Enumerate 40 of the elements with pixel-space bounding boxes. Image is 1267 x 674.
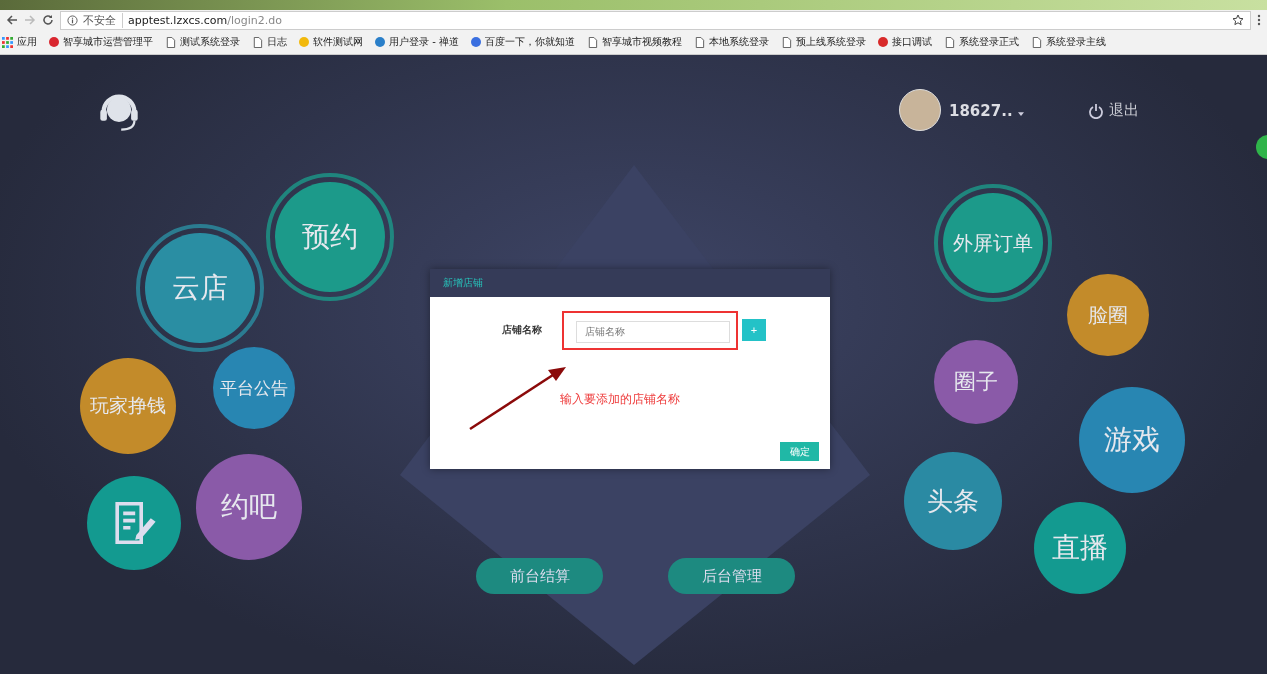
bookmark-link[interactable]: 接口调试 [877, 35, 932, 49]
bookmark-link[interactable]: 应用 [2, 35, 37, 49]
bookmark-link[interactable]: 智享城市运营管理平 [49, 35, 153, 49]
page-icon [1030, 36, 1042, 48]
address-bar[interactable]: 不安全 apptest.lzxcs.com/login2.do [60, 10, 1251, 30]
bookmark-link[interactable]: 系统登录正式 [943, 35, 1019, 49]
bookmark-link[interactable]: 系统登录主线 [1030, 35, 1106, 49]
page-icon [943, 36, 955, 48]
shop-name-input[interactable]: 店铺名称 [576, 320, 730, 343]
page-icon [165, 36, 176, 48]
bookmark-link[interactable]: 用户登录 - 禅道 [375, 35, 459, 49]
page-icon [586, 36, 598, 48]
dialog-title: 新增店铺 [443, 276, 483, 290]
back-arrow-icon[interactable] [6, 14, 18, 26]
info-icon[interactable] [67, 14, 78, 26]
bookmark-link[interactable]: 软件测试网 [299, 35, 363, 49]
apps-grid-icon [2, 36, 13, 48]
caret-icon [1017, 112, 1024, 116]
power-icon [1088, 102, 1104, 119]
bookmark-link[interactable]: 本地系统登录 [693, 35, 769, 49]
logout-link[interactable]: 退出 [1088, 101, 1139, 120]
bookmark-link[interactable]: 百度一下，你就知道 [470, 35, 575, 49]
page-icon [780, 36, 792, 48]
user-menu[interactable]: 18627.. [949, 102, 1024, 120]
menu-icon[interactable] [1257, 14, 1261, 26]
url-text: apptest.lzxcs.com/login2.do [128, 13, 283, 27]
bookmark-link[interactable]: 日志 [252, 35, 287, 49]
menu-bubble[interactable]: 约吧 [196, 454, 302, 560]
avatar-photo-placeholder[interactable] [899, 89, 941, 131]
menu-bubble[interactable]: 圈子 [934, 340, 1018, 424]
page-icon [252, 36, 263, 48]
annotation-text: 输入要添加的店铺名称 [560, 391, 680, 408]
page-icon [693, 36, 705, 48]
reload-icon[interactable] [42, 14, 54, 26]
star-icon[interactable] [1232, 14, 1244, 26]
security-label: 不安全 [83, 12, 123, 28]
field-label: 店铺名称 [502, 323, 543, 337]
bookmark-link[interactable]: 测试系统登录 [165, 35, 240, 49]
bookmark-link[interactable]: 预上线系统登录 [780, 35, 866, 49]
bookmark-link[interactable]: 智享城市视频教程 [586, 35, 682, 49]
